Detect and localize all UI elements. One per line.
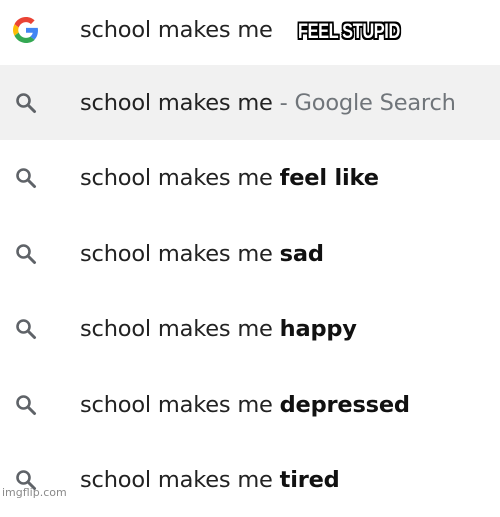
suggestion-item[interactable]: school makes me feel like: [0, 140, 500, 215]
suggestion-completion: happy: [279, 315, 357, 342]
search-input[interactable]: school makes me: [80, 17, 273, 43]
suggestion-text: school makes me - Google Search: [80, 90, 456, 116]
suggestion-text: school makes me tired: [80, 467, 340, 493]
suggestion-prefix: school makes me: [80, 315, 273, 342]
search-icon: [12, 391, 40, 419]
search-icon: [12, 164, 40, 192]
suggestion-text: school makes me feel like: [80, 165, 379, 191]
suggestion-completion: sad: [279, 240, 324, 267]
suggestion-completion: depressed: [279, 391, 410, 418]
suggestion-item[interactable]: school makes me sad: [0, 216, 500, 291]
suggestion-completion: feel like: [279, 164, 379, 191]
suggestion-prefix: school makes me: [80, 164, 273, 191]
suggestion-item[interactable]: school makes me tired: [0, 442, 500, 517]
search-icon: [12, 315, 40, 343]
search-icon: [12, 89, 40, 117]
watermark: imgflip.com: [2, 486, 67, 499]
google-logo-icon: [12, 16, 40, 44]
suggestion-text: school makes me sad: [80, 241, 324, 267]
suggestion-prefix: school makes me: [80, 391, 273, 418]
suggestion-text: school makes me happy: [80, 316, 357, 342]
search-icon: [12, 240, 40, 268]
suggestion-item[interactable]: school makes me happy: [0, 291, 500, 366]
suggestion-prefix: school makes me: [80, 240, 273, 267]
suggestion-prefix: school makes me: [80, 466, 273, 493]
suggestion-prefix: school makes me: [80, 89, 273, 116]
meme-caption: FEEL STUPID: [298, 20, 400, 43]
suggestion-suffix: - Google Search: [279, 89, 456, 116]
search-bar[interactable]: school makes me: [0, 0, 500, 67]
suggestion-completion: tired: [279, 466, 340, 493]
search-dropdown: school makes me FEEL STUPID school makes…: [0, 0, 500, 502]
suggestion-text: school makes me depressed: [80, 392, 410, 418]
suggestion-item[interactable]: school makes me depressed: [0, 367, 500, 442]
suggestion-item[interactable]: school makes me - Google Search: [0, 65, 500, 140]
